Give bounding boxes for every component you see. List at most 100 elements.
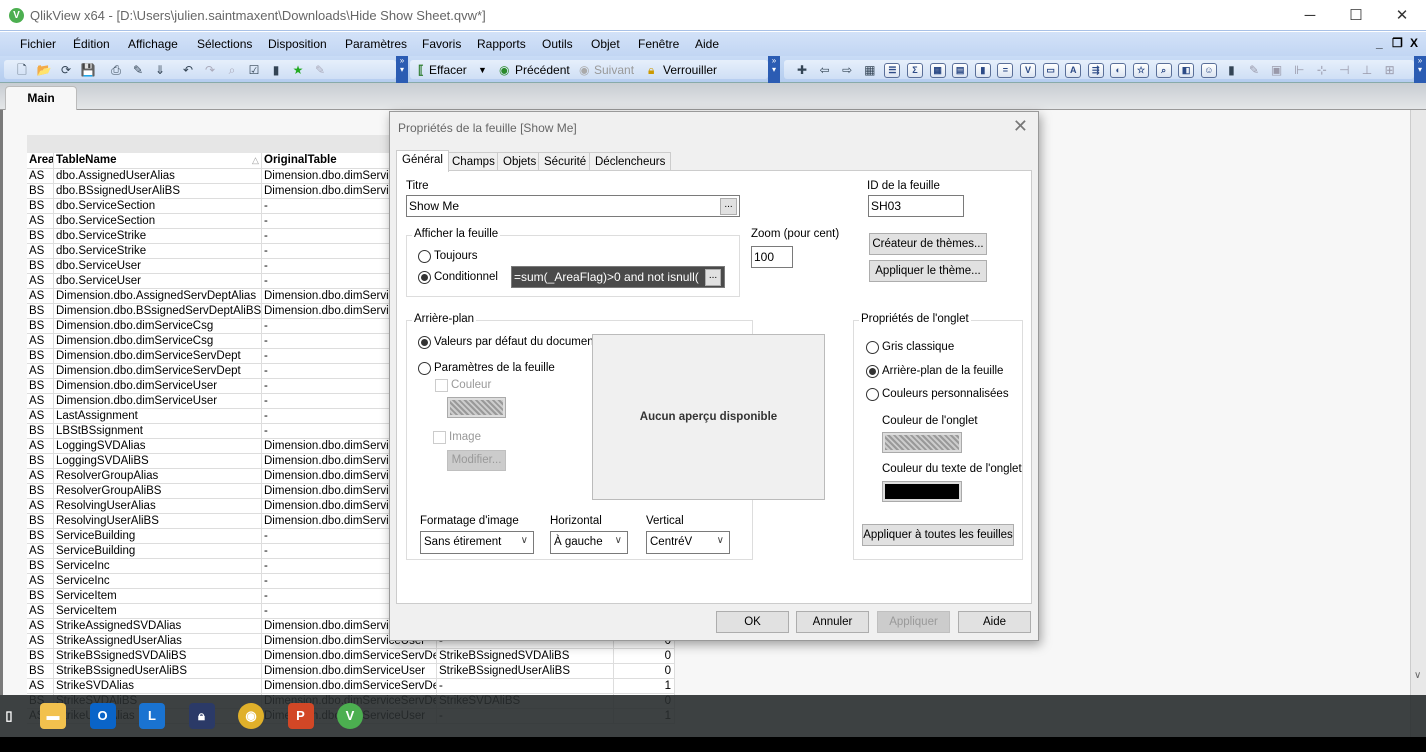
new-document-icon[interactable]: 🗋 — [14, 63, 30, 78]
back-button[interactable]: Précédent — [515, 63, 570, 77]
statistics-box-icon[interactable]: Σ — [907, 63, 923, 78]
text-object-icon[interactable]: A — [1065, 63, 1082, 78]
maximize-button[interactable]: ☐ — [1333, 0, 1379, 31]
search-object-icon[interactable]: ⌕ — [1155, 63, 1172, 78]
open-icon[interactable]: 📂 — [36, 63, 52, 78]
tab-securite[interactable]: Sécurité — [538, 152, 593, 171]
custom-colors-radio[interactable] — [866, 388, 879, 401]
edit-script-icon[interactable]: ✎ — [130, 63, 146, 78]
menu-fenetre[interactable]: Fenêtre — [638, 37, 679, 51]
zoom-input[interactable]: 100 — [751, 246, 793, 268]
space-horizontal-icon[interactable]: ⊞ — [1382, 63, 1398, 78]
current-selections-box-icon[interactable]: V — [1020, 63, 1036, 78]
ok-button[interactable]: OK — [716, 611, 789, 633]
cancel-button[interactable]: Annuler — [796, 611, 869, 633]
bookmark-icon[interactable]: ★ — [290, 63, 306, 78]
align-left-icon[interactable]: ⊩ — [1291, 63, 1307, 78]
print-icon[interactable]: ⎙ — [108, 63, 124, 78]
clear-button[interactable]: Effacer — [429, 63, 467, 77]
tab-objets[interactable]: Objets — [497, 152, 543, 171]
task-view-icon[interactable]: ▯ — [0, 703, 22, 729]
save-icon[interactable]: 💾 — [80, 63, 96, 78]
tab-text-color-swatch[interactable] — [882, 481, 962, 502]
apply-theme-button[interactable]: Appliquer le thème... — [869, 260, 987, 282]
list-box-icon[interactable]: ☰ — [884, 63, 901, 78]
qlikview-icon[interactable]: V — [337, 703, 363, 729]
current-selections-icon[interactable]: ☑ — [246, 63, 262, 78]
apply-button[interactable]: Appliquer — [877, 611, 950, 633]
apply-all-sheets-button[interactable]: Appliquer à toutes les feuilles — [862, 524, 1014, 546]
modify-image-button[interactable]: Modifier... — [447, 450, 506, 471]
tab-main[interactable]: Main — [5, 86, 77, 111]
mdi-minimize-button[interactable]: _ — [1376, 36, 1383, 50]
background-color-swatch[interactable] — [447, 397, 506, 418]
multi-box-icon[interactable]: ▤ — [952, 63, 969, 78]
mdi-restore-button[interactable]: ❐ — [1392, 36, 1403, 50]
keepass-icon[interactable]: 🔒︎ — [188, 703, 215, 729]
slider-icon[interactable]: ◐ — [1110, 63, 1127, 78]
button-icon[interactable]: ▭ — [1042, 63, 1059, 78]
menu-objet[interactable]: Objet — [591, 37, 620, 51]
menu-parametres[interactable]: Paramètres — [345, 37, 407, 51]
menu-affichage[interactable]: Affichage — [128, 37, 178, 51]
vertical-scrollbar[interactable]: ∨ — [1410, 110, 1426, 740]
image-format-select[interactable]: Sans étirement ∨ — [420, 531, 534, 554]
conditional-radio[interactable] — [418, 271, 431, 284]
menu-disposition[interactable]: Disposition — [268, 37, 327, 51]
chrome-icon[interactable]: ◉ — [238, 703, 264, 729]
mdi-close-button[interactable]: X — [1410, 36, 1418, 50]
theme-maker-button[interactable]: Créateur de thèmes... — [869, 233, 987, 255]
redo-icon[interactable]: ↷ — [202, 63, 218, 78]
file-explorer-icon[interactable]: ▬ — [40, 703, 66, 729]
align-right-icon[interactable]: ⊣ — [1336, 63, 1352, 78]
sheet-id-input[interactable]: SH03 — [868, 195, 964, 217]
help-button[interactable]: Aide — [958, 611, 1031, 633]
column-header[interactable]: TableName — [54, 153, 262, 169]
sort-ascending-icon[interactable]: △ — [252, 155, 259, 166]
menu-aide[interactable]: Aide — [695, 37, 719, 51]
title-expression-button[interactable]: ... — [720, 198, 737, 215]
menu-rapports[interactable]: Rapports — [477, 37, 526, 51]
always-radio[interactable] — [418, 250, 431, 263]
line-arrow-icon[interactable]: ⇶ — [1087, 63, 1104, 78]
tab-champs[interactable]: Champs — [446, 152, 501, 171]
sheet-background-radio[interactable] — [866, 365, 879, 378]
search-icon[interactable]: ⌕ — [224, 63, 240, 78]
sheet-properties-icon[interactable]: ▦ — [862, 63, 878, 78]
menu-favoris[interactable]: Favoris — [422, 37, 461, 51]
table-caption-bar[interactable] — [27, 135, 397, 153]
custom-object-icon[interactable]: ☺ — [1200, 63, 1217, 78]
image-checkbox[interactable] — [433, 431, 446, 444]
menu-selections[interactable]: Sélections — [197, 37, 252, 51]
edit-expression-icon[interactable]: ✎ — [312, 63, 328, 78]
menu-fichier[interactable]: Fichier — [20, 37, 56, 51]
classic-gray-radio[interactable] — [866, 341, 879, 354]
column-header[interactable]: Area — [27, 153, 54, 169]
reload-data-icon[interactable]: ⇓ — [152, 63, 168, 78]
menu-edition[interactable]: Édition — [73, 37, 110, 51]
chart-wizard-icon[interactable]: ▮ — [1223, 63, 1239, 78]
powerpoint-icon[interactable]: P — [287, 703, 314, 729]
document-defaults-radio[interactable] — [418, 336, 431, 349]
container-icon[interactable]: ◧ — [1178, 63, 1195, 78]
dialog-close-button[interactable]: ✕ — [1013, 116, 1028, 137]
tab-color-swatch[interactable] — [882, 432, 962, 453]
new-sheet-icon[interactable]: ✚ — [794, 63, 810, 78]
close-button[interactable]: ✕ — [1379, 0, 1425, 31]
promote-sheet-icon[interactable]: ⇦ — [817, 63, 833, 78]
table-box-icon[interactable]: ▦ — [929, 63, 946, 78]
sheet-settings-radio[interactable] — [418, 362, 431, 375]
vertical-select[interactable]: CentréV ∨ — [646, 531, 730, 554]
title-input[interactable]: Show Me — [406, 195, 740, 217]
toolbar-overflow-button[interactable]: » ▾ — [768, 56, 780, 83]
minimize-button[interactable]: ─ — [1287, 0, 1333, 31]
menu-outils[interactable]: Outils — [542, 37, 573, 51]
demote-sheet-icon[interactable]: ⇨ — [839, 63, 855, 78]
color-checkbox[interactable] — [435, 379, 448, 392]
chart-icon[interactable]: ▮ — [974, 63, 991, 78]
input-box-icon[interactable]: = — [997, 63, 1014, 78]
toolbar-overflow-button[interactable]: » ▾ — [1414, 56, 1426, 83]
clear-dropdown-icon[interactable]: ▼ — [478, 65, 487, 75]
condition-expression-button[interactable]: ... — [705, 269, 721, 286]
center-horizontal-icon[interactable]: ⊹ — [1314, 63, 1330, 78]
